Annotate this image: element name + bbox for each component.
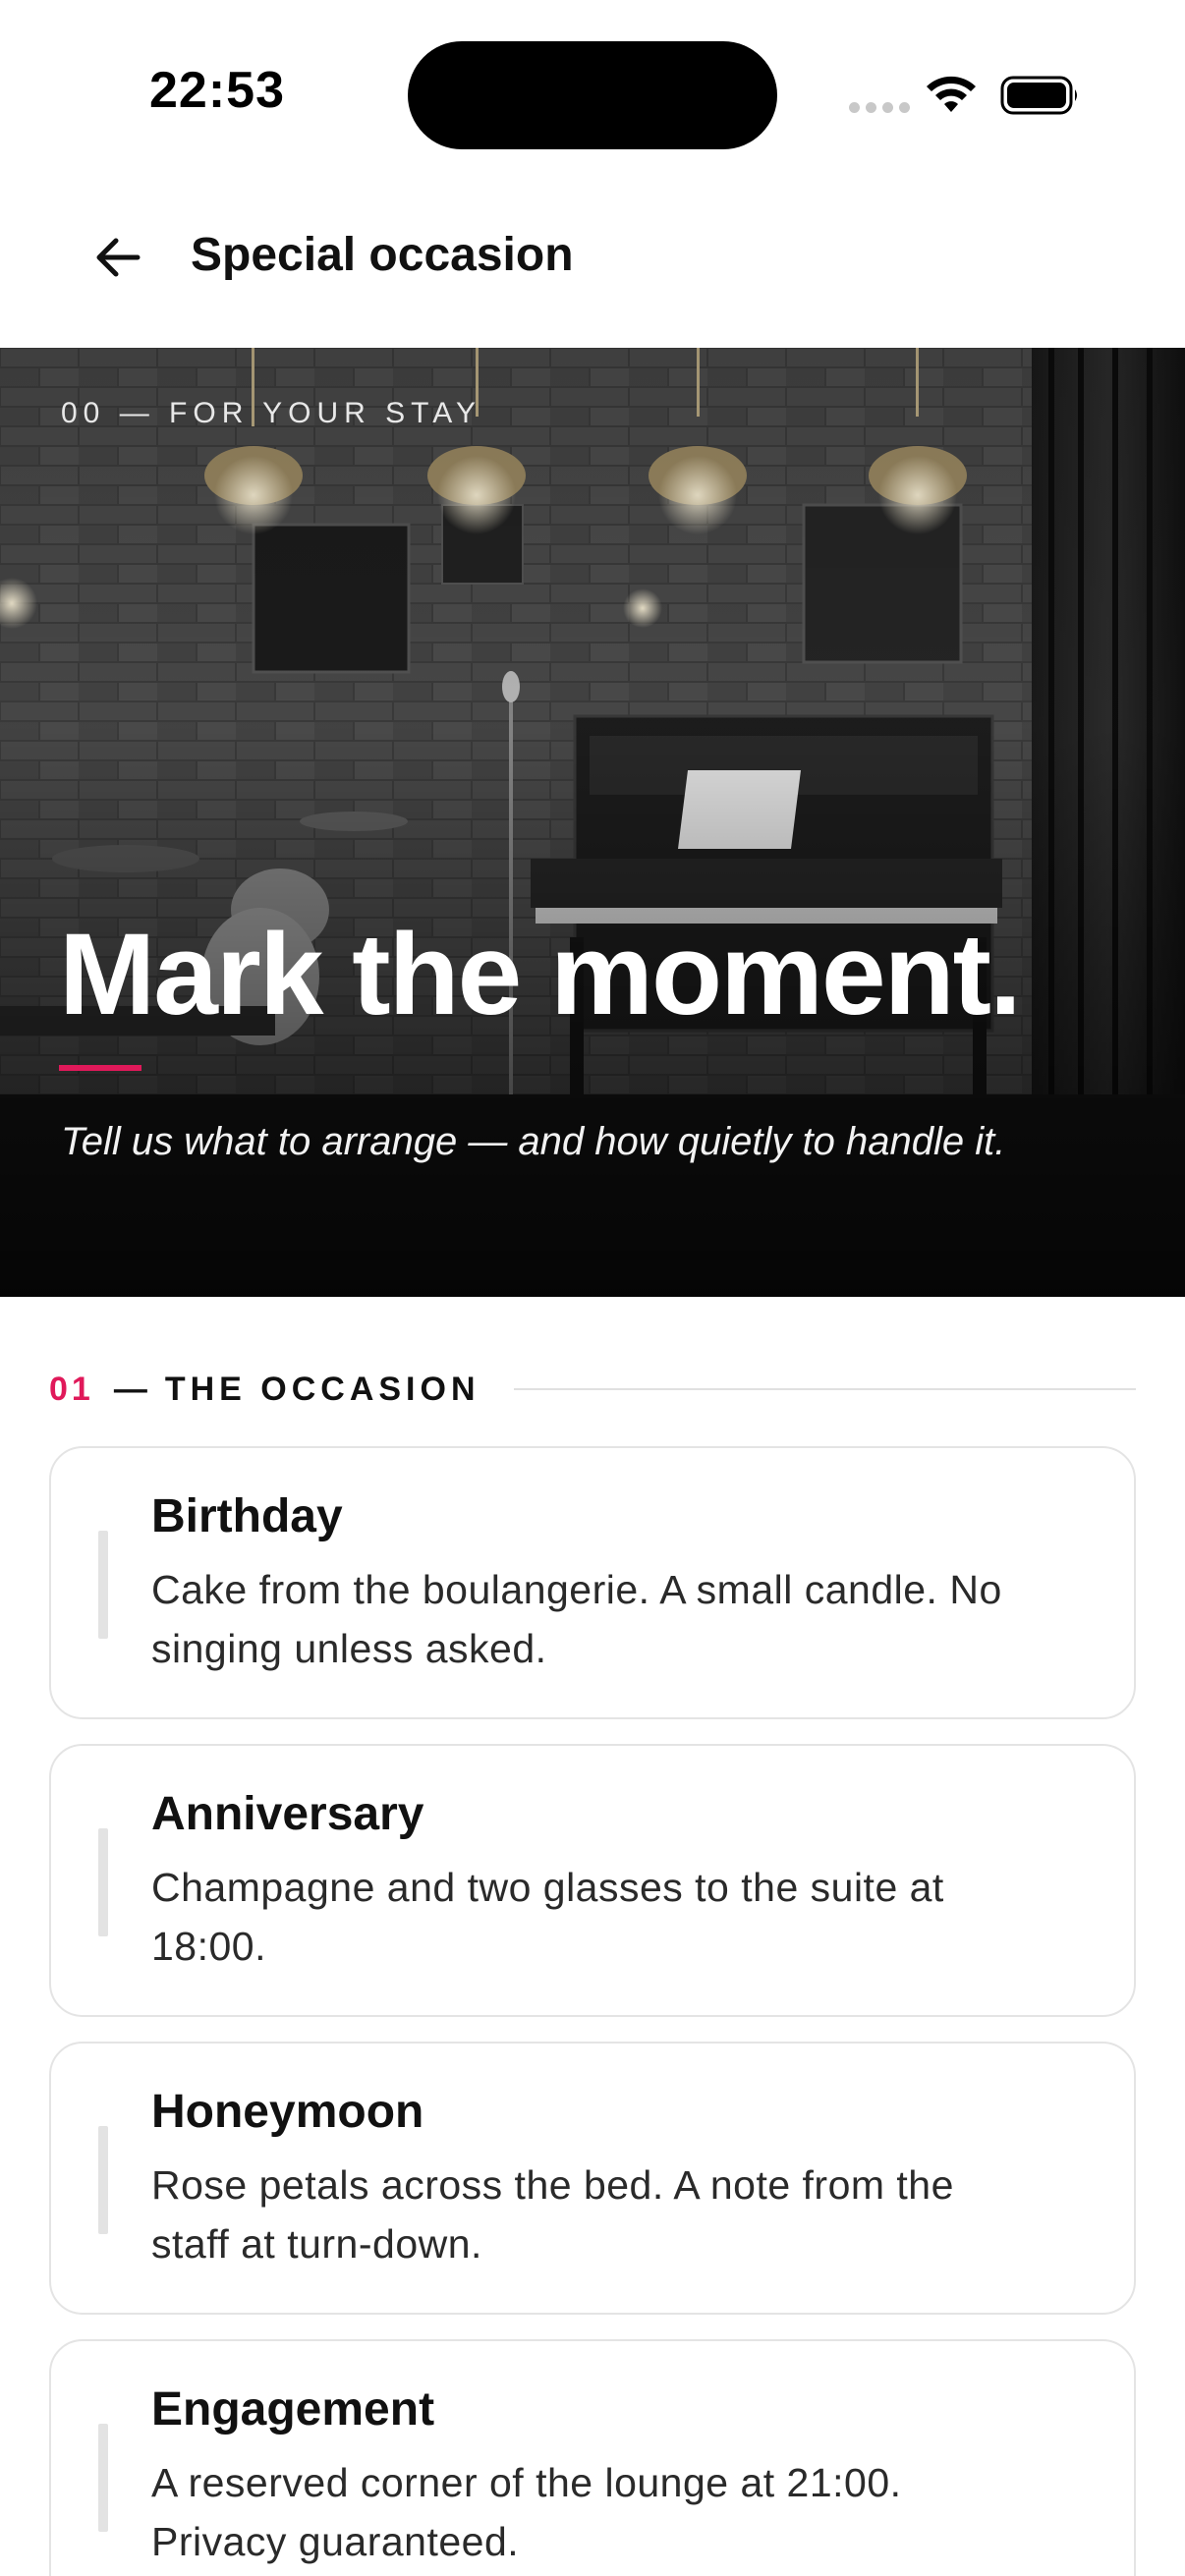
occasion-card-birthday[interactable]: Birthday Cake from the boulangerie. A sm… [49,1446,1136,1719]
screen: 22:53 Special occasion 00 — FOR YOUR STA… [0,0,1185,2576]
hero-accent-line [59,1065,141,1071]
occasion-title: Anniversary [151,1788,424,1840]
cellular-signal-icon [849,102,910,113]
card-selection-bar [98,2424,108,2532]
hero-banner: 00 — FOR YOUR STAY Mark the moment. Tell… [0,348,1185,1297]
section-dash: — [113,1370,147,1408]
occasion-list: Birthday Cake from the boulangerie. A sm… [49,1446,1136,2576]
card-selection-bar [98,1828,108,1936]
hero-headline: Mark the moment. [59,910,1022,1039]
status-time: 22:53 [149,62,285,119]
status-bar: 22:53 [0,0,1185,187]
occasion-title: Birthday [151,1490,343,1542]
occasion-description: Cake from the boulangerie. A small candl… [151,1567,1002,1671]
hero-subtitle: Tell us what to arrange — and how quietl… [61,1120,1006,1163]
arrow-left-icon [96,238,141,277]
section-divider [513,1388,1136,1390]
occasion-description: Champagne and two glasses to the suite a… [151,1865,944,1969]
section-header-occasion: 01 — THE OCCASION [49,1360,1136,1419]
hero-eyebrow: 00 — FOR YOUR STAY [61,397,482,429]
occasion-card-engagement[interactable]: Engagement A reserved corner of the loun… [49,2339,1136,2576]
card-selection-bar [98,2126,108,2234]
wifi-icon [927,76,976,112]
occasion-card-honeymoon[interactable]: Honeymoon Rose petals across the bed. A … [49,2042,1136,2315]
occasion-description: Rose petals across the bed. A note from … [151,2162,954,2267]
card-selection-bar [98,1531,108,1639]
occasion-title: Engagement [151,2383,435,2436]
page-title: Special occasion [191,229,574,281]
occasion-description: A reserved corner of the lounge at 21:00… [151,2460,902,2564]
top-navigation-bar: Special occasion [0,187,1185,348]
section-number: 01 [49,1370,94,1408]
back-button[interactable] [83,222,153,293]
occasion-title: Honeymoon [151,2086,424,2138]
dynamic-island [408,41,777,149]
section-label: THE OCCASION [164,1370,480,1408]
occasion-card-anniversary[interactable]: Anniversary Champagne and two glasses to… [49,1744,1136,2017]
battery-icon [1000,76,1077,115]
